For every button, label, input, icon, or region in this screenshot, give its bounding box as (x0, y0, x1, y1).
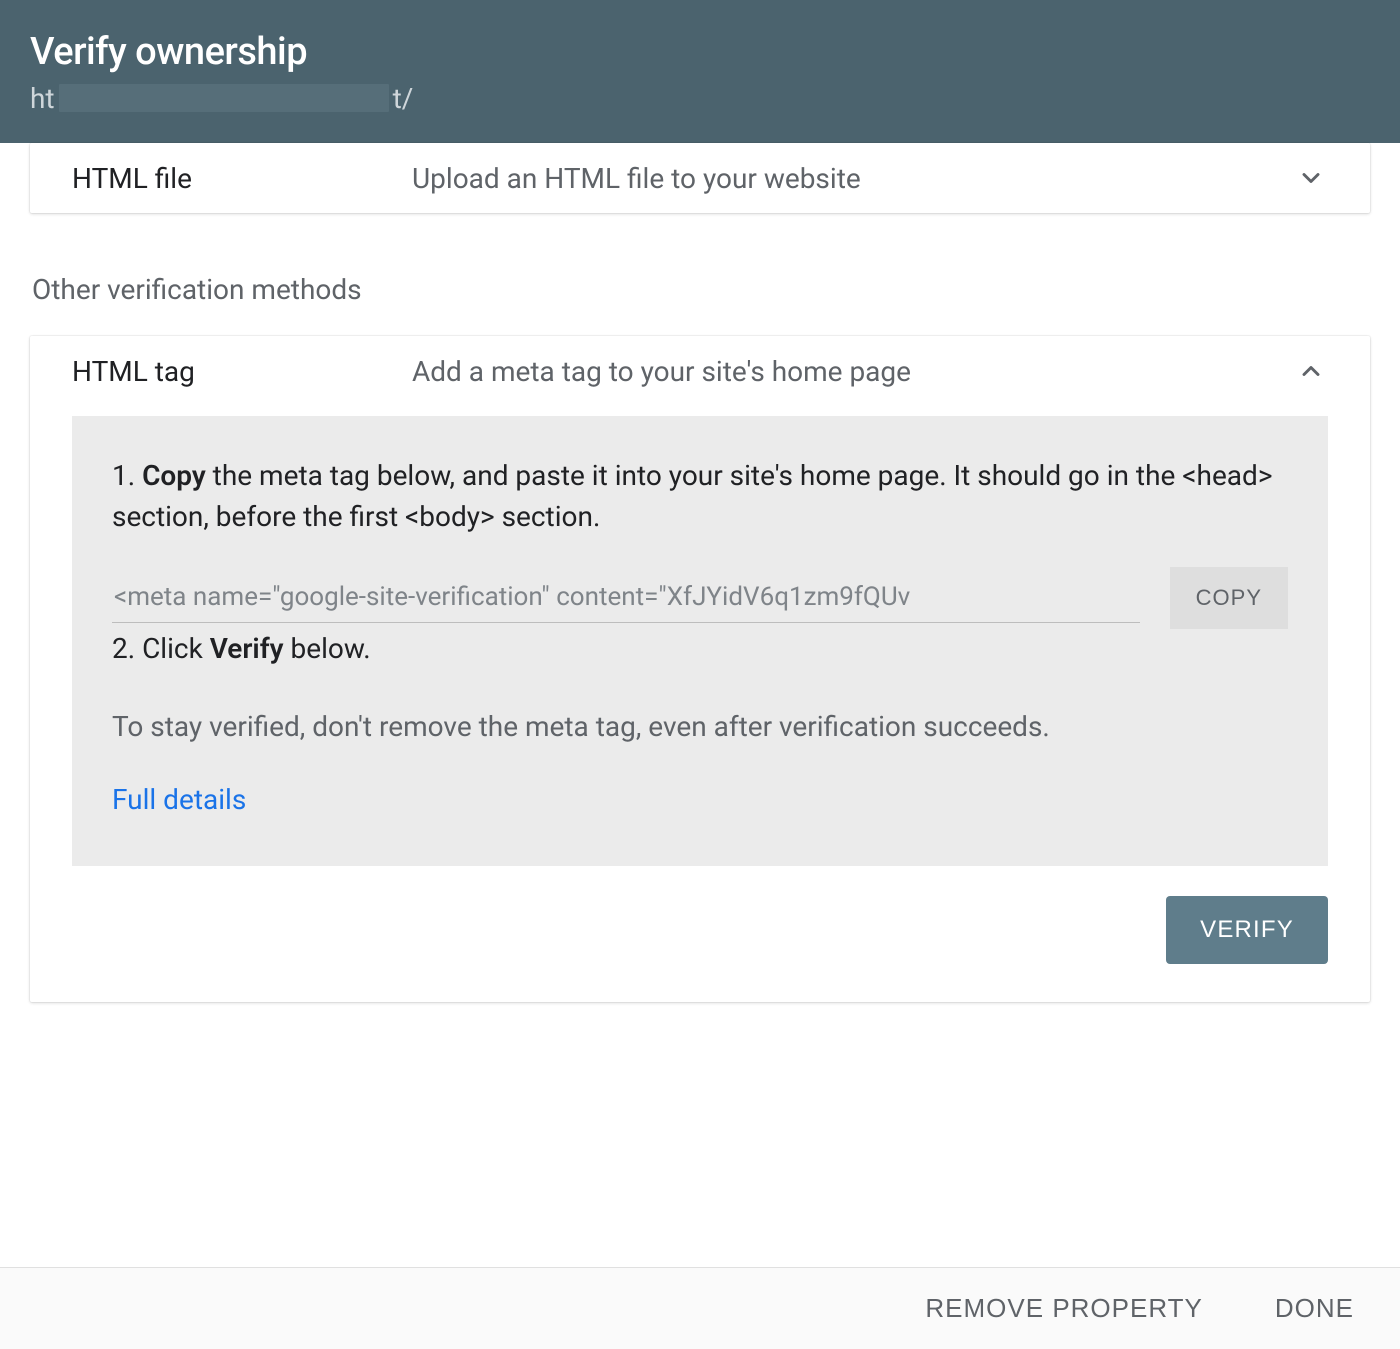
property-url: ht t/ (30, 80, 1370, 115)
remove-property-button[interactable]: REMOVE PROPERTY (919, 1292, 1208, 1325)
html-tag-instructions: 1. Copy the meta tag below, and paste it… (72, 416, 1328, 866)
dialog-header: Verify ownership ht t/ (0, 0, 1400, 143)
verify-button-row: VERIFY (30, 896, 1370, 1002)
step-2-suffix: below. (284, 632, 371, 665)
url-suffix: t/ (393, 82, 414, 115)
chevron-up-icon (1294, 354, 1328, 388)
chevron-down-icon (1294, 161, 1328, 195)
html-tag-label: HTML tag (72, 355, 312, 388)
dialog-title: Verify ownership (30, 30, 1370, 74)
dialog-content: HTML file Upload an HTML file to your we… (0, 143, 1400, 1002)
copy-button[interactable]: COPY (1170, 567, 1288, 629)
redacted-url-segment (59, 84, 389, 112)
html-tag-method-header[interactable]: HTML tag Add a meta tag to your site's h… (30, 336, 1370, 406)
step-1: 1. Copy the meta tag below, and paste it… (112, 456, 1288, 537)
html-file-label: HTML file (72, 162, 312, 195)
step-2: 2. Click Verify below. (112, 629, 1288, 670)
verify-button[interactable]: VERIFY (1166, 896, 1328, 964)
meta-tag-row: COPY (112, 567, 1288, 629)
meta-tag-input[interactable] (112, 574, 1140, 623)
step-2-prefix: 2. Click (112, 632, 210, 665)
html-tag-method-card: HTML tag Add a meta tag to your site's h… (30, 336, 1370, 1002)
html-file-method-header[interactable]: HTML file Upload an HTML file to your we… (30, 143, 1370, 213)
html-tag-description: Add a meta tag to your site's home page (312, 355, 1294, 388)
done-button[interactable]: DONE (1269, 1292, 1360, 1325)
dialog-footer: REMOVE PROPERTY DONE (0, 1267, 1400, 1349)
verify-ownership-dialog: Verify ownership ht t/ HTML file Upload … (0, 0, 1400, 1349)
full-details-link[interactable]: Full details (112, 783, 246, 816)
html-file-description: Upload an HTML file to your website (312, 162, 1294, 195)
verification-note: To stay verified, don't remove the meta … (112, 710, 1288, 743)
step-1-emphasis: Copy (142, 459, 206, 492)
step-2-emphasis: Verify (210, 632, 284, 665)
html-file-method-card: HTML file Upload an HTML file to your we… (30, 143, 1370, 213)
step-1-number: 1. (112, 459, 142, 492)
other-methods-heading: Other verification methods (32, 273, 1370, 306)
step-1-text: the meta tag below, and paste it into yo… (112, 459, 1272, 533)
url-prefix: ht (30, 82, 55, 115)
